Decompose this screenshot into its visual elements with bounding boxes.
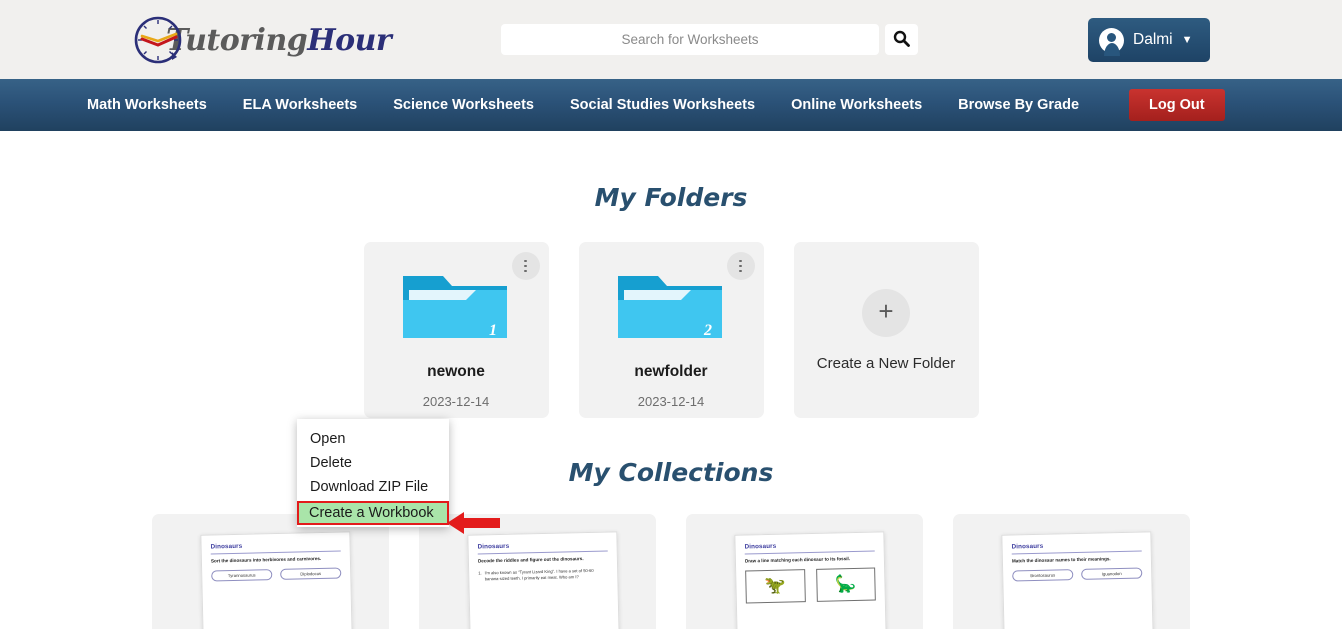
- worksheet-pill: Brontosaurus: [1012, 568, 1074, 582]
- kebab-dot: [739, 259, 742, 263]
- kebab-menu-icon[interactable]: [511, 252, 540, 280]
- worksheet-title: Dinosaurs: [477, 540, 608, 554]
- user-avatar-icon: [1099, 27, 1124, 56]
- logo-text-hour: Hour: [307, 22, 392, 58]
- kebab-menu-icon[interactable]: [726, 252, 755, 280]
- worksheet-title: Dinosaurs: [744, 540, 875, 554]
- context-menu-item-open[interactable]: Open: [297, 427, 449, 451]
- collection-card[interactable]: Dinosaurs Sort the dinosaurs into herbiv…: [152, 514, 389, 629]
- annotation-arrow-icon: [447, 509, 501, 537]
- folder-icon: 2: [616, 270, 726, 346]
- site-logo[interactable]: TutoringHour: [132, 12, 392, 68]
- nav-item-online-worksheets[interactable]: Online Worksheets: [791, 97, 922, 113]
- worksheet-pill: Tyrannosaurus: [211, 568, 273, 582]
- main-content: My Folders 1 newone 2023-12-14 2 newfold…: [0, 131, 1342, 629]
- worksheet-pill: Diplodocus: [280, 567, 342, 580]
- worksheet-instruction: Draw a line matching each dinosaur to it…: [744, 555, 851, 563]
- user-name-label: Dalmi: [1133, 31, 1173, 48]
- folder-date-label: 2023-12-14: [637, 394, 705, 409]
- clock-with-book-icon: [132, 14, 184, 66]
- collection-card[interactable]: Dinosaurs Draw a line matching each dino…: [686, 514, 923, 629]
- folder-grid: 1 newone 2023-12-14 2 newfolder 2023-12-…: [0, 242, 1342, 418]
- nav-item-ela-worksheets[interactable]: ELA Worksheets: [243, 97, 357, 113]
- worksheet-pill: Iguanodon: [1081, 567, 1143, 580]
- create-new-folder-card[interactable]: + Create a New Folder: [793, 242, 979, 418]
- worksheet-thumbnail: Dinosaurs Decode the riddles and figure …: [467, 531, 621, 629]
- search-input[interactable]: [501, 24, 879, 55]
- site-header: TutoringHour Dalmi ▼: [0, 0, 1342, 79]
- worksheet-question-text: I'm also known as "Tyrant Lizard King". …: [484, 567, 594, 582]
- nav-item-math-worksheets[interactable]: Math Worksheets: [87, 97, 207, 113]
- search-button[interactable]: [885, 24, 918, 55]
- folder-item-count: 1: [489, 322, 497, 339]
- nav-item-social-studies-worksheets[interactable]: Social Studies Worksheets: [570, 97, 755, 113]
- worksheet-thumbnail: Dinosaurs Draw a line matching each dino…: [734, 531, 888, 629]
- context-menu-item-create-workbook[interactable]: Create a Workbook: [297, 501, 449, 525]
- chevron-down-icon: ▼: [1181, 34, 1193, 46]
- worksheet-thumbnail: Dinosaurs Match the dinosaur names to th…: [1001, 531, 1155, 629]
- logo-wordmark: TutoringHour: [166, 22, 392, 58]
- folder-date-label: 2023-12-14: [422, 394, 490, 409]
- worksheet-image-row: 🦖 🦕: [745, 567, 876, 604]
- user-menu-button[interactable]: Dalmi ▼: [1088, 18, 1210, 62]
- search-icon: [893, 30, 910, 50]
- logout-button[interactable]: Log Out: [1129, 89, 1225, 121]
- my-collections-heading: My Collections: [568, 458, 774, 487]
- worksheet-body: Tyrannosaurus Diplodocus: [211, 567, 342, 582]
- plus-icon: +: [862, 288, 910, 337]
- folder-name-label: newone: [427, 363, 485, 380]
- worksheet-instruction: Match the dinosaur names to their meanin…: [1011, 555, 1111, 563]
- folder-name-label: newfolder: [634, 363, 708, 380]
- my-folders-heading: My Folders: [594, 183, 748, 212]
- worksheet-instruction: Sort the dinosaurs into herbivores and c…: [210, 555, 322, 563]
- nav-item-browse-by-grade[interactable]: Browse By Grade: [958, 97, 1079, 113]
- folder-icon: 1: [401, 270, 511, 346]
- worksheet-thumbnail: Dinosaurs Sort the dinosaurs into herbiv…: [200, 531, 354, 629]
- worksheet-title: Dinosaurs: [1011, 540, 1142, 554]
- collections-grid: Dinosaurs Sort the dinosaurs into herbiv…: [0, 514, 1342, 629]
- kebab-dot: [524, 259, 527, 263]
- worksheet-instruction: Decode the riddles and figure out the di…: [477, 555, 584, 563]
- context-menu-item-download-zip[interactable]: Download ZIP File: [297, 475, 449, 499]
- search-bar[interactable]: [501, 24, 918, 55]
- kebab-dot: [524, 264, 527, 268]
- logo-text-tutoring: Tutoring: [166, 22, 308, 58]
- nav-item-science-worksheets[interactable]: Science Worksheets: [393, 97, 534, 113]
- collection-card[interactable]: Dinosaurs Match the dinosaur names to th…: [953, 514, 1190, 629]
- folder-item-count: 2: [704, 322, 712, 339]
- context-menu-item-delete[interactable]: Delete: [297, 451, 449, 475]
- kebab-dot: [739, 264, 742, 268]
- folder-card-newone[interactable]: 1 newone 2023-12-14: [363, 242, 549, 418]
- worksheet-pill-row: Tyrannosaurus Diplodocus: [211, 567, 342, 582]
- kebab-dot: [739, 269, 742, 273]
- kebab-dot: [524, 269, 527, 273]
- dinosaur-illustration: 🦖: [745, 568, 806, 604]
- worksheet-body: 🦖 🦕: [745, 567, 876, 604]
- create-new-folder-label: Create a New Folder: [816, 354, 956, 372]
- worksheet-question-number: 1.: [478, 570, 482, 576]
- worksheet-title: Dinosaurs: [210, 540, 341, 554]
- folder-card-newfolder[interactable]: 2 newfolder 2023-12-14: [578, 242, 764, 418]
- worksheet-pill-row: Brontosaurus Iguanodon: [1012, 567, 1143, 582]
- dinosaur-fossil-illustration: 🦕: [815, 567, 876, 602]
- worksheet-body: 1. I'm also known as "Tyrant Lizard King…: [478, 567, 608, 582]
- worksheet-question-row: 1. I'm also known as "Tyrant Lizard King…: [478, 567, 608, 582]
- folder-context-menu: Open Delete Download ZIP File Create a W…: [297, 419, 449, 527]
- worksheet-body: Brontosaurus Iguanodon: [1012, 567, 1143, 582]
- main-navigation: Math Worksheets ELA Worksheets Science W…: [0, 79, 1342, 131]
